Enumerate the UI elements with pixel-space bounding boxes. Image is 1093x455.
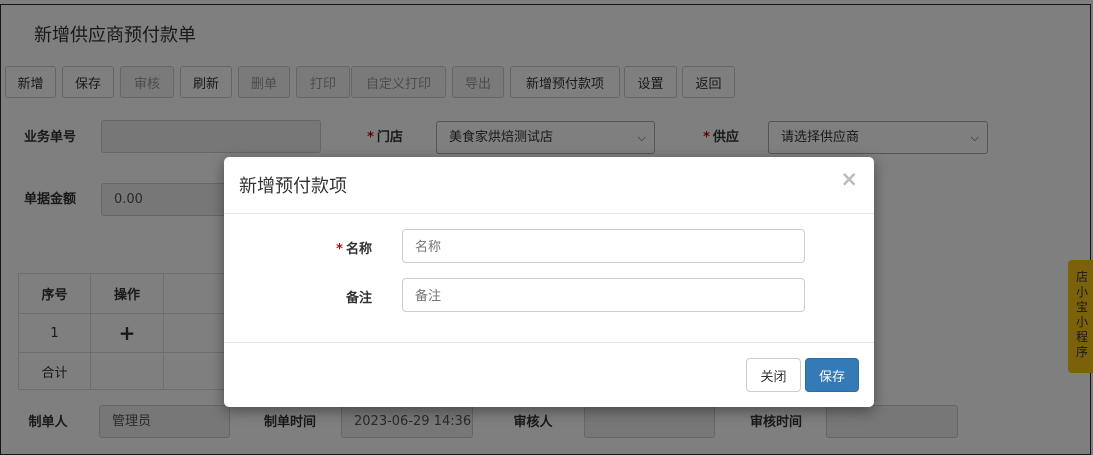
close-button[interactable]: 关闭 (746, 358, 801, 392)
remark-label: 备注 (345, 291, 372, 306)
save-button[interactable]: 保存 (805, 358, 859, 392)
add-prepay-item-modal: 新增预付款项 × *名称 备注 关闭 保存 (224, 157, 874, 407)
modal-divider (224, 342, 874, 343)
modal-title: 新增预付款项 (239, 176, 347, 197)
remark-input[interactable] (402, 278, 805, 312)
modal-divider (224, 213, 874, 214)
close-icon[interactable]: × (840, 169, 858, 190)
name-input[interactable] (402, 229, 805, 263)
name-label: * 名称 (336, 242, 372, 257)
